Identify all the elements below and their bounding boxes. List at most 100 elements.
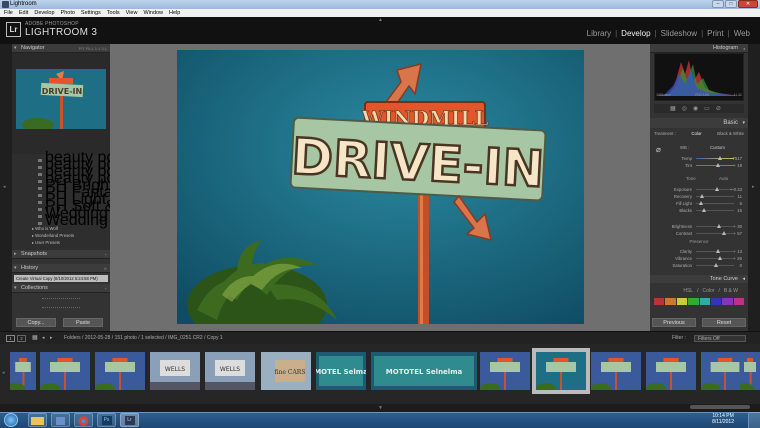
minimize-button[interactable]: – xyxy=(712,0,724,8)
menu-tools[interactable]: Tools xyxy=(107,9,120,17)
adjustment-brush-icon[interactable]: ⊘ xyxy=(716,105,721,112)
page-2-button[interactable]: 2 xyxy=(17,335,26,342)
graduated-filter-icon[interactable]: ▭ xyxy=(704,105,710,112)
preset-folder[interactable]: Who is Wolf xyxy=(32,225,58,232)
navigator-preview[interactable]: DRIVE-IN xyxy=(16,69,106,132)
filmstrip-thumbnail[interactable] xyxy=(40,352,90,390)
left-panel-edge[interactable]: ◂ xyxy=(0,44,12,331)
spot-removal-icon[interactable]: ◎ xyxy=(682,105,687,112)
filmstrip-thumbnail[interactable] xyxy=(646,352,696,390)
treatment-bw[interactable]: Black & White xyxy=(717,131,744,138)
taskbar-media-icon[interactable] xyxy=(51,413,70,427)
maximize-button[interactable]: □ xyxy=(725,0,737,8)
basic-slider-exposure[interactable]: Exposure + 0.33 xyxy=(654,186,744,193)
menu-view[interactable]: View xyxy=(126,9,138,17)
history-item[interactable]: Create Virtual Copy (8/10/2012 5:24:58 P… xyxy=(14,275,108,282)
presence-slider-vibrance[interactable]: Vibrance + 26 xyxy=(654,255,744,262)
module-print[interactable]: Print xyxy=(707,29,723,38)
basic-header[interactable]: Basic ▾ xyxy=(650,118,748,128)
menu-file[interactable]: File xyxy=(4,9,13,17)
close-button[interactable]: ✕ xyxy=(738,0,758,8)
navigator-header[interactable]: ▾ Navigator FIT FILL 1:1 3:1 xyxy=(12,44,110,53)
taskbar-explorer-icon[interactable] xyxy=(28,413,47,427)
tint-slider[interactable]: Tint + 19 xyxy=(654,162,744,169)
taskbar-clock[interactable]: 10:14 PM 8/11/2012 xyxy=(712,413,734,425)
filmstrip-thumbnail[interactable]: fine CARS xyxy=(261,352,311,390)
add-snapshot-icon[interactable]: + xyxy=(105,250,107,259)
bottom-panel-toggle-icon[interactable]: ▼ xyxy=(378,405,383,411)
color-chip[interactable] xyxy=(733,298,744,305)
filmstrip-thumbnail[interactable] xyxy=(95,352,145,390)
right-panel-toggle-icon[interactable]: ▸ xyxy=(752,184,755,190)
basic-slider-recovery[interactable]: Recovery 11 xyxy=(654,193,744,200)
tab-hsl[interactable]: HSL xyxy=(683,288,693,294)
color-chip[interactable] xyxy=(654,298,665,305)
paste-button[interactable]: Paste xyxy=(63,318,103,327)
white-balance-picker-icon[interactable]: ⌀ xyxy=(656,145,661,154)
basic-slider-contrast[interactable]: Contrast + 57 xyxy=(654,230,744,237)
scrollbar-thumb[interactable] xyxy=(690,405,750,409)
filmstrip-scroll-left-icon[interactable]: ◂ xyxy=(2,370,5,376)
taskbar-chrome-icon[interactable] xyxy=(74,413,93,427)
filmstrip-thumbnail[interactable]: MOTOTEL Selnelma xyxy=(371,352,477,390)
color-chip[interactable] xyxy=(699,298,710,305)
color-chip[interactable] xyxy=(710,298,722,305)
treatment-color[interactable]: Color xyxy=(691,131,701,138)
menu-window[interactable]: Window xyxy=(143,9,163,17)
basic-slider-fill-light[interactable]: Fill Light 6 xyxy=(654,200,744,207)
taskbar-photoshop-icon[interactable]: Ps xyxy=(97,413,116,427)
color-chip[interactable] xyxy=(676,298,688,305)
menu-help[interactable]: Help xyxy=(169,9,180,17)
filmstrip-thumbnail[interactable] xyxy=(740,352,760,390)
histogram-header[interactable]: Histogram ◂ xyxy=(650,44,748,53)
main-photo[interactable]: WINDMILL DRIVE-IN xyxy=(177,50,584,324)
basic-slider-blacks[interactable]: Blacks 16 xyxy=(654,207,744,214)
menu-develop[interactable]: Develop xyxy=(34,9,54,17)
module-develop[interactable]: Develop xyxy=(621,29,650,38)
start-button[interactable] xyxy=(4,413,18,427)
presence-slider-clarity[interactable]: Clarity + 13 xyxy=(654,248,744,255)
right-panel-edge[interactable]: ▸ xyxy=(748,44,760,331)
taskbar-lightroom-icon[interactable]: Lr xyxy=(120,413,139,427)
temp-slider[interactable]: Temp 7517 xyxy=(654,155,744,162)
filmstrip-thumbnail[interactable] xyxy=(10,352,36,390)
page-1-button[interactable]: 1 xyxy=(6,335,15,342)
zoom-options[interactable]: FIT FILL 1:1 3:1 xyxy=(79,44,107,53)
copy-button[interactable]: Copy... xyxy=(16,318,56,327)
history-header[interactable]: ▾ History ✕ xyxy=(12,264,110,273)
filmstrip-thumbnail[interactable] xyxy=(480,352,530,390)
reset-button[interactable]: Reset xyxy=(702,318,746,327)
filmstrip-thumbnail[interactable] xyxy=(591,352,641,390)
menu-photo[interactable]: Photo xyxy=(61,9,75,17)
menu-edit[interactable]: Edit xyxy=(19,9,28,17)
crop-tool-icon[interactable]: ▦ xyxy=(670,105,676,112)
clear-history-icon[interactable]: ✕ xyxy=(104,264,107,273)
preset-folder[interactable]: User Presets xyxy=(32,239,60,246)
wb-select[interactable]: Custom xyxy=(710,145,725,150)
preset-item[interactable]: Wedding Look Bright xyxy=(38,213,110,229)
previous-button[interactable]: Previous xyxy=(652,318,696,327)
color-chip[interactable] xyxy=(665,298,676,305)
presence-slider-saturation[interactable]: Saturation 0 xyxy=(654,262,744,269)
preset-folder[interactable]: Wonderland Presets xyxy=(32,232,74,239)
filmstrip-scrollbar[interactable]: ▼ xyxy=(0,404,760,412)
filmstrip-thumbnail[interactable]: MOTEL Selma xyxy=(316,352,366,390)
add-collection-icon[interactable]: + xyxy=(105,284,107,293)
color-chip[interactable] xyxy=(688,298,699,305)
module-slideshow[interactable]: Slideshow xyxy=(661,29,697,38)
filmstrip-thumbnail-selected[interactable] xyxy=(536,352,586,390)
color-chip[interactable] xyxy=(722,298,733,305)
show-desktop-button[interactable] xyxy=(748,412,760,428)
menu-settings[interactable]: Settings xyxy=(81,9,101,17)
basic-slider-brightness[interactable]: Brightness + 30 xyxy=(654,223,744,230)
filter-select[interactable]: Filters Off xyxy=(694,335,746,342)
tone-curve-header[interactable]: Tone Curve ◂ xyxy=(650,275,748,283)
module-library[interactable]: Library xyxy=(587,29,611,38)
module-web[interactable]: Web xyxy=(734,29,750,38)
red-eye-icon[interactable]: ◉ xyxy=(693,105,698,112)
left-panel-toggle-icon[interactable]: ◂ xyxy=(3,184,6,190)
tab-bw[interactable]: B & W xyxy=(724,288,738,294)
tab-color[interactable]: Color xyxy=(702,288,714,294)
filmstrip-thumbnail[interactable]: WELLS xyxy=(205,352,255,390)
top-panel-toggle-icon[interactable]: ▲ xyxy=(378,17,383,23)
